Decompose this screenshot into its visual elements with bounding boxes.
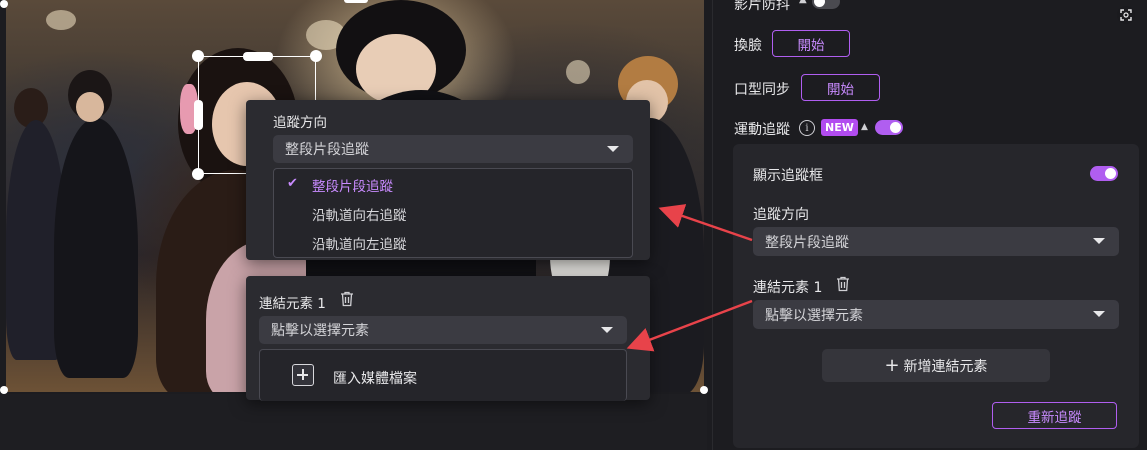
chevron-down-icon xyxy=(607,146,619,152)
tracking-direction-label: 追蹤方向 xyxy=(753,207,809,223)
new-badge: NEW xyxy=(821,119,858,136)
trash-icon[interactable] xyxy=(836,276,850,292)
option-track-left[interactable]: 沿軌道向左追蹤 xyxy=(274,229,632,257)
option-track-right[interactable]: 沿軌道向右追蹤 xyxy=(274,200,632,228)
tracking-direction-select[interactable]: 整段片段追蹤 xyxy=(273,135,633,163)
show-tracking-box-toggle[interactable] xyxy=(1090,166,1118,181)
frame-corner-handle[interactable] xyxy=(0,386,8,394)
add-linked-element-button[interactable]: + 新增連結元素 xyxy=(822,349,1050,382)
linked-element-select[interactable]: 點擊以選擇元素 xyxy=(259,316,627,344)
linked-element-menu: 匯入媒體檔案 xyxy=(259,349,627,401)
linked-element-label: 連結元素 1 xyxy=(259,296,326,312)
lip-sync-label: 口型同步 xyxy=(734,82,790,98)
chevron-up-icon[interactable]: ▲ xyxy=(861,122,868,132)
stabilize-label: 影片防抖 xyxy=(734,0,790,13)
face-swap-start-button[interactable]: 開始 xyxy=(772,30,850,57)
resize-handle-left[interactable] xyxy=(194,100,203,130)
chevron-down-icon xyxy=(1093,238,1105,244)
linked-element-popup: 連結元素 1 點擊以選擇元素 匯入媒體檔案 xyxy=(246,276,650,401)
retrack-button[interactable]: 重新追蹤 xyxy=(992,402,1117,429)
face-swap-label: 換臉 xyxy=(734,38,762,54)
chevron-up-icon[interactable]: ▲ xyxy=(799,0,807,5)
chevron-down-icon xyxy=(601,327,613,333)
motion-tracking-settings: 顯示追蹤框 追蹤方向 整段片段追蹤 連結元素 1 點擊以選擇元素 + 新增連結元… xyxy=(733,144,1139,448)
frame-top-handle[interactable] xyxy=(344,0,368,3)
tracking-direction-select[interactable]: 整段片段追蹤 xyxy=(753,227,1119,256)
motion-tracking-toggle[interactable] xyxy=(875,120,903,135)
resize-handle-top-right[interactable] xyxy=(310,50,322,62)
resize-handle-top[interactable] xyxy=(243,52,273,61)
motion-tracking-label: 運動追蹤 xyxy=(734,122,790,138)
linked-element-select[interactable]: 點擊以選擇元素 xyxy=(753,300,1119,329)
tracking-direction-label: 追蹤方向 xyxy=(273,115,327,131)
frame-corner-handle[interactable] xyxy=(0,0,8,8)
chevron-down-icon xyxy=(1093,311,1105,317)
add-media-icon xyxy=(292,364,314,386)
import-media-option[interactable]: 匯入媒體檔案 xyxy=(333,368,417,388)
stabilize-toggle[interactable] xyxy=(812,0,840,9)
option-whole-clip[interactable]: ✔ 整段片段追蹤 xyxy=(274,171,632,199)
resize-handle-bottom-left[interactable] xyxy=(192,168,204,180)
frame-corner-handle[interactable] xyxy=(700,386,708,394)
plus-icon: + xyxy=(884,355,900,376)
linked-element-label: 連結元素 1 xyxy=(753,280,823,296)
screenshot-icon[interactable] xyxy=(1117,6,1135,24)
timeline-strip xyxy=(0,394,707,450)
properties-panel: 影片防抖 ▲ 換臉 開始 口型同步 開始 運動追蹤 i NEW ▲ 顯示追蹤框 … xyxy=(712,0,1147,450)
tracking-direction-popup: 追蹤方向 整段片段追蹤 ✔ 整段片段追蹤 沿軌道向右追蹤 沿軌道向左追蹤 xyxy=(246,100,650,260)
show-tracking-box-label: 顯示追蹤框 xyxy=(753,168,823,184)
resize-handle-top-left[interactable] xyxy=(192,50,204,62)
info-icon[interactable]: i xyxy=(799,120,815,136)
tracking-direction-options: ✔ 整段片段追蹤 沿軌道向右追蹤 沿軌道向左追蹤 xyxy=(273,168,633,258)
trash-icon[interactable] xyxy=(340,291,354,307)
lip-sync-start-button[interactable]: 開始 xyxy=(801,74,880,101)
checkmark-icon: ✔ xyxy=(287,176,298,191)
tracking-direction-value: 整段片段追蹤 xyxy=(285,142,369,158)
